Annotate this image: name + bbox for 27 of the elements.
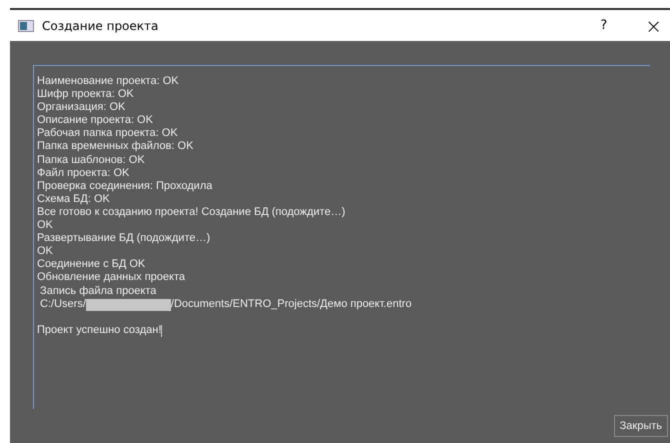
log-line: Рабочая папка проекта: OK	[37, 127, 179, 140]
app-icon	[18, 20, 34, 32]
log-line: Все готово к созданию проекта! Создание БД (подождите…)	[37, 206, 346, 220]
log-line: Соединение с БД OK	[37, 258, 146, 272]
log-output[interactable]	[33, 65, 650, 409]
log-line: OK	[37, 245, 54, 258]
log-line: Папка временных файлов: OK	[37, 140, 194, 154]
log-line: C:/Users/	[39, 298, 86, 311]
log-line: Схема БД: OK	[37, 192, 111, 206]
close-button[interactable]: ×	[645, 14, 670, 38]
text-cursor	[161, 324, 162, 337]
log-line: Проверка соединения: Проходила	[37, 180, 214, 193]
window-title: Создание проекта	[42, 18, 160, 32]
log-line: Наименование проекта: OK	[37, 75, 180, 88]
log-line: Развертывание БД (подождите…)	[37, 232, 212, 246]
log-line: /Documents/ENTRO_Projects/Демо проект.entro	[170, 298, 412, 311]
log-line: Обновление данных проекта	[37, 271, 186, 284]
log-line: Папка шаблонов: OK	[37, 154, 146, 167]
log-line: Проект успешно создан!	[37, 324, 162, 337]
log-line: Организация: OK	[37, 101, 126, 114]
log-line: OK	[37, 219, 54, 232]
log-line: Шифр проекта: OK	[37, 88, 135, 102]
log-line: Описание проекта: OK	[37, 114, 154, 128]
close-dialog-button[interactable]: Закрыть	[614, 415, 668, 437]
log-line: Запись файла проекта	[39, 284, 158, 298]
help-button[interactable]: ?	[600, 18, 638, 33]
log-line: Файл проекта: OK	[37, 166, 130, 180]
